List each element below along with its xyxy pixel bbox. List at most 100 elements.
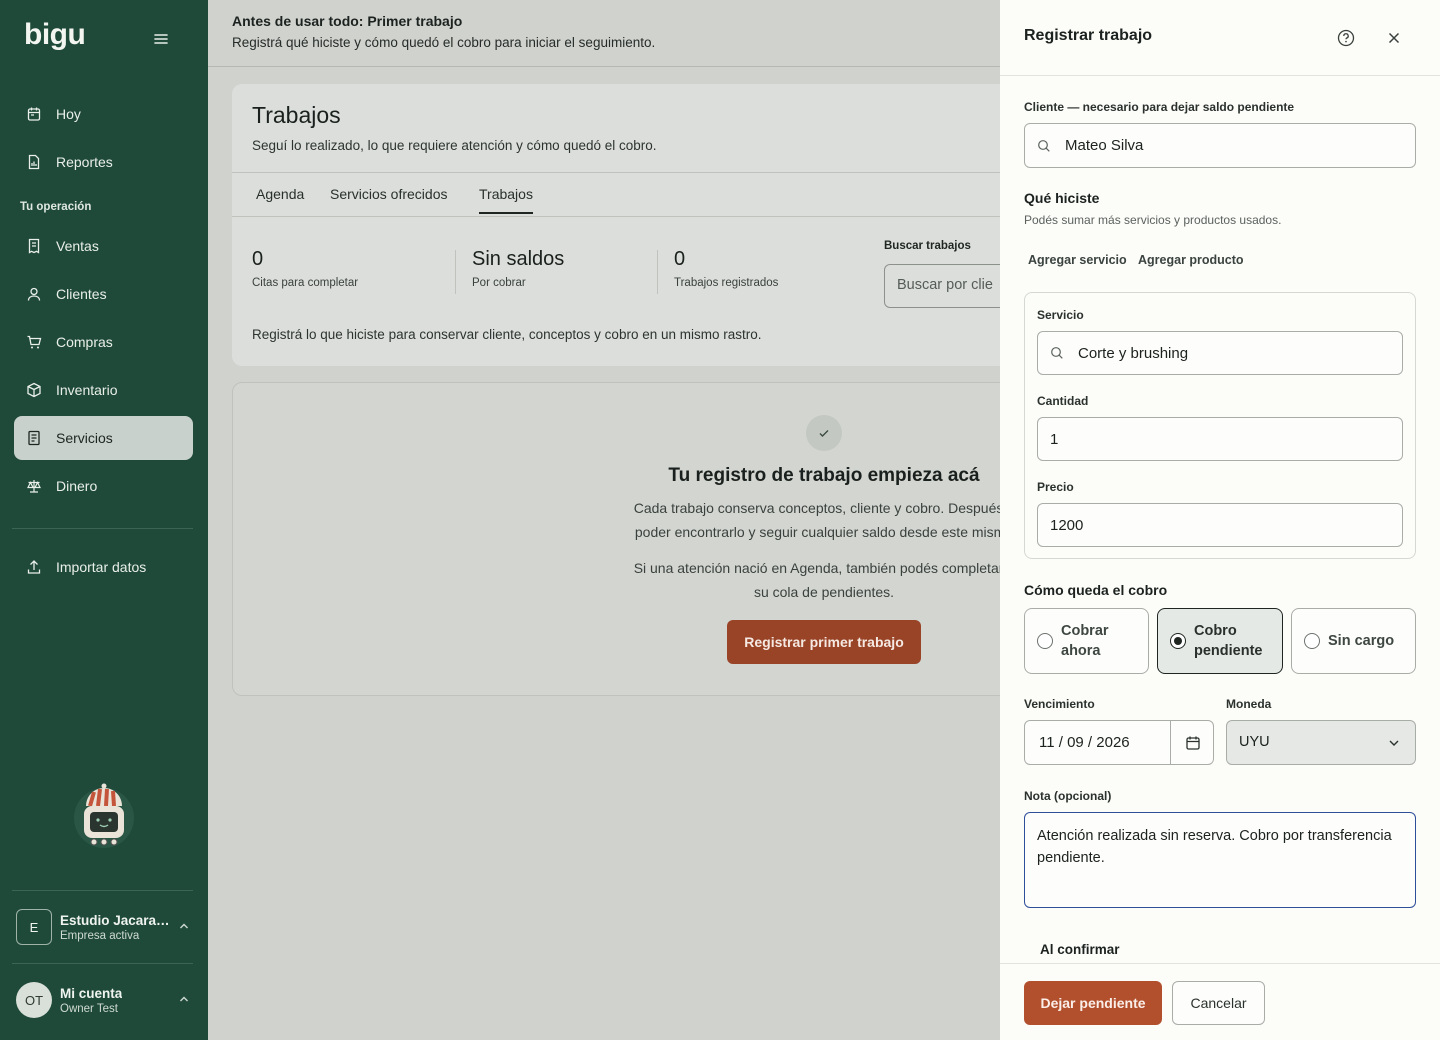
currency-label: Moneda (1226, 697, 1272, 711)
sidebar-divider (12, 963, 193, 964)
stat-label: Trabajos registrados (674, 277, 779, 289)
payment-option-cobro-pendiente[interactable]: Cobro pendiente (1157, 608, 1283, 674)
stat-label: Por cobrar (472, 277, 526, 289)
user-icon (26, 286, 42, 302)
box-icon (26, 382, 42, 398)
due-date-value: 11 / 09 / 2026 (1039, 734, 1130, 751)
stat-value: Sin saldos (472, 248, 565, 270)
stat-citas: 0 Citas para completar (252, 248, 358, 289)
note-textarea[interactable]: Atención realizada sin reserva. Cobro po… (1024, 812, 1416, 908)
user-avatar: OT (16, 982, 52, 1018)
service-value: Corte y brushing (1078, 344, 1189, 362)
radio-icon (1037, 633, 1053, 649)
leave-pending-button[interactable]: Dejar pendiente (1024, 981, 1162, 1025)
company-switcher[interactable]: E Estudio Jacaranda Empresa activa (12, 897, 196, 957)
account-switcher[interactable]: OT Mi cuenta Owner Test (12, 970, 196, 1030)
what-title: Qué hiciste (1024, 190, 1100, 206)
option-label: Cobrar (1061, 623, 1109, 639)
nav-item-inventario[interactable]: Inventario (14, 368, 193, 412)
tab-agenda[interactable]: Agenda (256, 186, 304, 202)
search-icon (1037, 139, 1051, 153)
quantity-input[interactable]: 1 (1037, 417, 1403, 461)
tab-bar: Agenda Servicios ofrecidos Trabajos (232, 172, 1132, 217)
sidebar-divider (12, 890, 193, 891)
account-name: Mi cuenta (60, 985, 123, 1001)
note-label: Nota (opcional) (1024, 789, 1112, 803)
tab-trabajos[interactable]: Trabajos (479, 186, 533, 214)
account-role: Owner Test (60, 1002, 118, 1015)
radio-checked-icon (1170, 633, 1186, 649)
help-icon[interactable] (1336, 28, 1356, 53)
nav-item-label: Servicios (56, 430, 113, 446)
radio-icon (1304, 633, 1320, 649)
nav-item-servicios[interactable]: Servicios (14, 416, 193, 460)
page-subtitle: Seguí lo realizado, lo que requiere aten… (252, 138, 657, 153)
close-icon[interactable] (1384, 28, 1404, 53)
nav-item-label: Inventario (56, 382, 118, 398)
nav-item-hoy[interactable]: Hoy (14, 92, 193, 136)
nav-item-label: Importar datos (56, 559, 147, 575)
report-icon (26, 154, 42, 170)
empty-state-card: Tu registro de trabajo empieza acá Cada … (232, 382, 1132, 696)
cart-icon (26, 334, 42, 350)
nav-item-label: Hoy (56, 106, 81, 122)
stat-value: 0 (252, 248, 264, 270)
sidebar-divider (12, 528, 193, 529)
stat-value: 0 (674, 248, 686, 270)
document-icon (26, 430, 42, 446)
option-label: Sin cargo (1328, 633, 1395, 649)
chevron-up-icon (178, 992, 190, 1010)
confirm-section-title: Al confirmar (1040, 942, 1120, 957)
cancel-button[interactable]: Cancelar (1172, 981, 1265, 1025)
search-label: Buscar trabajos (884, 240, 971, 252)
nav-item-label: Clientes (56, 286, 107, 302)
upload-icon (26, 559, 42, 575)
stat-label: Citas para completar (252, 277, 359, 289)
nav-item-label: Dinero (56, 478, 98, 494)
calendar-icon (26, 106, 42, 122)
stat-divider (455, 250, 456, 294)
register-first-job-button[interactable]: Registrar primer trabajo (727, 620, 921, 664)
nav-item-dinero[interactable]: Dinero (14, 464, 193, 508)
stat-saldos: Sin saldos Por cobrar (472, 248, 564, 289)
price-input[interactable]: 1200 (1037, 503, 1403, 547)
chevron-up-icon (178, 919, 190, 937)
nav-item-compras[interactable]: Compras (14, 320, 193, 364)
due-date-input[interactable]: 11 / 09 / 2026 (1024, 720, 1214, 765)
hamburger-menu-icon[interactable] (150, 28, 172, 50)
payment-title: Cómo queda el cobro (1024, 582, 1168, 598)
client-value: Mateo Silva (1065, 137, 1144, 154)
option-label: ahora (1061, 643, 1101, 659)
add-product-button[interactable]: Agregar producto (1138, 253, 1244, 267)
currency-value: UYU (1239, 734, 1270, 750)
option-label: pendiente (1194, 643, 1263, 659)
nav-item-label: Reportes (56, 154, 113, 170)
service-search-input[interactable]: Corte y brushing (1037, 331, 1403, 375)
client-search-input[interactable]: Mateo Silva (1024, 123, 1416, 168)
nav-item-importar[interactable]: Importar datos (14, 545, 193, 589)
service-label: Servicio (1037, 308, 1084, 322)
brand-logo[interactable]: bigu (24, 18, 86, 52)
nav-item-label: Compras (56, 334, 113, 350)
calendar-icon[interactable] (1170, 721, 1214, 764)
currency-select[interactable]: UYU (1226, 720, 1416, 765)
nav-item-reportes[interactable]: Reportes (14, 140, 193, 184)
register-job-drawer: Registrar trabajo Cliente — necesario pa… (1000, 0, 1440, 1040)
payment-option-sin-cargo[interactable]: Sin cargo (1291, 608, 1416, 674)
drawer-header: Registrar trabajo (1000, 0, 1440, 76)
nav-item-clientes[interactable]: Clientes (14, 272, 193, 316)
nav-section-label: Tu operación (20, 201, 92, 213)
chevron-down-icon (1387, 736, 1401, 754)
nav-item-ventas[interactable]: Ventas (14, 224, 193, 268)
what-subtitle: Podés sumar más servicios y productos us… (1024, 213, 1282, 227)
scale-icon (26, 478, 42, 494)
search-icon (1050, 346, 1064, 360)
tab-servicios-ofrecidos[interactable]: Servicios ofrecidos (330, 186, 448, 202)
client-label: Cliente — necesario para dejar saldo pen… (1024, 100, 1295, 114)
page-title: Trabajos (252, 102, 341, 128)
mascot-illustration (72, 780, 136, 852)
add-service-button[interactable]: Agregar servicio (1028, 253, 1127, 267)
summary-note: Registrá lo que hiciste para conservar c… (252, 327, 762, 342)
payment-option-cobrar-ahora[interactable]: Cobrar ahora (1024, 608, 1149, 674)
nav-item-label: Ventas (56, 238, 99, 254)
